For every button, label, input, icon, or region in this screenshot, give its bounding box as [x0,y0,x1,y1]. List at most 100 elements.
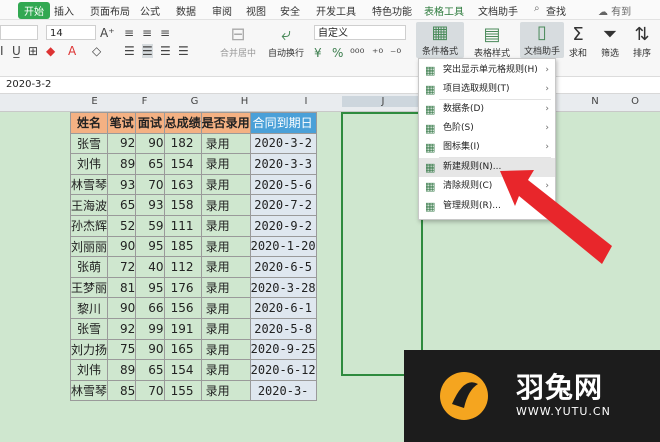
column-header-g[interactable]: G [170,96,219,107]
table-cell[interactable]: 93 [107,173,137,196]
header-cell[interactable]: 笔试 [107,112,137,134]
menu-item[interactable]: ▦ 数据条(D) › [419,100,555,119]
table-cell[interactable]: 90 [107,235,137,258]
table-cell[interactable]: 185 [163,235,202,258]
table-cell[interactable]: 191 [163,317,202,340]
table-cell[interactable]: 95 [135,235,165,258]
table-cell[interactable]: 2020-3- [249,379,317,402]
table-cell[interactable]: 2020-6-12 [249,359,317,381]
underline-icon[interactable]: U̲ [12,44,21,58]
align-center-icon[interactable]: ☰ [142,44,153,58]
table-cell[interactable]: 176 [163,276,202,299]
column-header-h[interactable]: H [220,96,269,107]
table-cell[interactable]: 2020-7-2 [249,194,317,216]
cloud-icon[interactable]: ☁ 有到 [598,3,631,18]
column-header-f[interactable]: F [120,96,169,107]
merge-center-button[interactable]: ⊟ 合并居中 [218,24,258,59]
table-cell[interactable]: 刘伟 [69,359,109,381]
table-cell[interactable]: 90 [107,297,137,319]
table-cell[interactable]: 录用 [200,379,251,402]
tab-start[interactable]: 开始 [18,2,50,19]
sort-button[interactable]: ⇅ 排序 [628,24,656,59]
table-cell[interactable]: 59 [135,214,165,237]
formula-bar[interactable]: 2020-3-2 [0,77,660,94]
column-header-i[interactable]: I [270,96,342,107]
table-cell[interactable]: 2020-6-5 [249,256,317,278]
table-cell[interactable]: 2020-1-20 [249,235,317,258]
table-cell[interactable]: 90 [135,338,165,361]
table-cell[interactable]: 154 [163,153,202,175]
align-right-icon[interactable]: ☰ [160,44,171,58]
table-cell[interactable]: 65 [135,359,165,381]
conditional-format-button[interactable]: ▦ 条件格式 [416,22,464,58]
table-cell[interactable]: 刘伟 [69,153,109,175]
table-cell[interactable]: 65 [135,153,165,175]
align-left-icon[interactable]: ☰ [124,44,135,58]
menu-item[interactable]: ▦ 管理规则(R)... [419,197,555,216]
tab-features[interactable]: 特色功能 [372,3,412,18]
table-cell[interactable]: 2020-9-2 [249,214,317,237]
table-cell[interactable]: 112 [163,256,202,278]
table-cell[interactable]: 2020-5-6 [249,173,317,196]
font-size-select[interactable]: 14 [46,25,96,40]
table-cell[interactable]: 录用 [200,338,251,361]
table-cell[interactable]: 40 [135,256,165,278]
tab-security[interactable]: 安全 [280,3,300,18]
fill-color-icon[interactable]: ◆ [46,44,55,58]
table-cell[interactable]: 林雪琴 [69,379,109,402]
table-cell[interactable]: 录用 [200,359,251,381]
tab-insert[interactable]: 插入 [54,3,74,18]
table-cell[interactable]: 林雪琴 [69,173,109,196]
align-top-icon[interactable]: ≡ [124,26,134,40]
header-cell[interactable]: 合同到期日 [249,112,317,134]
menu-item[interactable]: ▦ 图标集(I) › [419,138,555,157]
table-cell[interactable]: 2020-9-25 [249,338,317,361]
menu-item[interactable]: ▦ 清除规则(C) › [419,177,555,196]
align-middle-icon[interactable]: ≡ [142,26,152,40]
font-grow-icon[interactable]: A⁺ [100,26,115,40]
tab-table-tools[interactable]: 表格工具 [424,3,464,18]
table-cell[interactable]: 录用 [200,256,251,278]
eraser-icon[interactable]: ◇ [92,44,101,58]
table-cell[interactable]: 录用 [200,214,251,237]
table-cell[interactable]: 刘力扬 [69,338,109,361]
table-cell[interactable]: 录用 [200,132,251,155]
column-header-o[interactable]: O [620,96,650,107]
header-cell[interactable]: 是否录用 [200,112,251,134]
table-cell[interactable]: 张雪 [69,132,109,155]
table-cell[interactable]: 89 [107,153,137,175]
column-header-e[interactable]: E [70,96,119,107]
search-icon[interactable]: ⌕ [534,3,540,14]
header-cell[interactable]: 面试 [135,112,165,134]
table-cell[interactable]: 65 [107,194,137,216]
menu-item[interactable]: ▦ 色阶(S) › [419,119,555,138]
table-cell[interactable]: 张雪 [69,317,109,340]
table-cell[interactable]: 2020-5-8 [249,317,317,340]
align-bottom-icon[interactable]: ≡ [160,26,170,40]
table-cell[interactable]: 163 [163,173,202,196]
decimal-inc-icon[interactable]: ⁺⁰ [372,46,383,60]
table-cell[interactable]: 182 [163,132,202,155]
table-cell[interactable]: 111 [163,214,202,237]
percent-icon[interactable]: % [332,46,343,60]
italic-icon[interactable]: I [0,44,4,58]
table-cell[interactable]: 2020-6-1 [249,297,317,319]
table-cell[interactable]: 张萌 [69,256,109,278]
tab-search[interactable]: 查找 [546,3,566,18]
table-cell[interactable]: 录用 [200,317,251,340]
table-cell[interactable]: 录用 [200,194,251,216]
table-cell[interactable]: 81 [107,276,137,299]
table-cell[interactable]: 66 [135,297,165,319]
tab-dev-tools[interactable]: 开发工具 [316,3,356,18]
table-cell[interactable]: 70 [135,173,165,196]
table-cell[interactable]: 70 [135,379,165,402]
table-cell[interactable]: 录用 [200,235,251,258]
header-cell[interactable]: 姓名 [69,112,109,134]
table-cell[interactable]: 王海波 [69,194,109,216]
tab-review[interactable]: 审阅 [212,3,232,18]
table-style-button[interactable]: ▤ 表格样式 [468,24,516,59]
sum-button[interactable]: Σ 求和 [566,24,590,59]
tab-doc-assistant[interactable]: 文档助手 [478,3,518,18]
table-cell[interactable]: 王梦丽 [69,276,109,299]
table-cell[interactable]: 93 [135,194,165,216]
